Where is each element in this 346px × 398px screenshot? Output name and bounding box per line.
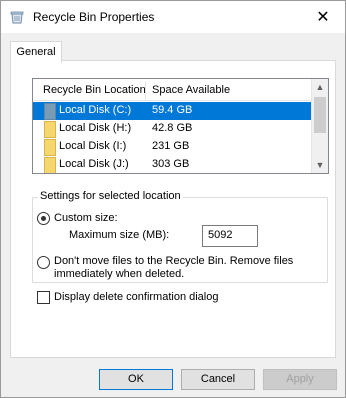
- folder-icon: [44, 103, 56, 120]
- ok-button[interactable]: OK: [99, 369, 173, 390]
- properties-window: Recycle Bin Properties ✕ General Recycle…: [0, 0, 346, 398]
- custom-size-radio[interactable]: [37, 212, 50, 225]
- tab-strip: General: [1, 33, 345, 63]
- tab-general[interactable]: General: [10, 41, 62, 63]
- max-size-label: Maximum size (MB):: [69, 229, 170, 241]
- column-header-space[interactable]: Space Available: [152, 84, 230, 96]
- vertical-scrollbar[interactable]: ▲ ▼: [311, 79, 328, 173]
- scroll-thumb[interactable]: [314, 97, 326, 133]
- max-size-input[interactable]: 5092: [202, 225, 258, 247]
- delete-confirmation-label[interactable]: Display delete confirmation dialog: [54, 291, 218, 303]
- list-item[interactable]: Local Disk (J:) 303 GB: [33, 156, 313, 173]
- space-cell: 231 GB: [152, 140, 190, 152]
- cancel-button[interactable]: Cancel: [181, 369, 255, 390]
- settings-group-title: Settings for selected location: [38, 190, 183, 202]
- recycle-bin-icon: [10, 11, 24, 24]
- list-item[interactable]: Local Disk (I:) 231 GB: [33, 138, 313, 156]
- space-cell: 42.8 GB: [152, 122, 193, 134]
- radio-selected-dot: [41, 216, 46, 221]
- dont-move-radio[interactable]: [37, 256, 50, 269]
- scroll-up-icon[interactable]: ▲: [312, 79, 328, 95]
- apply-button[interactable]: Apply: [263, 369, 337, 390]
- space-cell: 59.4 GB: [152, 104, 193, 116]
- close-icon: ✕: [316, 9, 330, 26]
- column-header-location[interactable]: Recycle Bin Location: [43, 84, 146, 96]
- list-rows: Local Disk (C:) 59.4 GB Local Disk (H:) …: [33, 102, 313, 173]
- list-header: Recycle Bin Location Space Available: [33, 79, 313, 101]
- location-cell: Local Disk (J:): [59, 158, 129, 170]
- location-cell: Local Disk (H:): [59, 122, 132, 134]
- settings-group: Settings for selected location Custom si…: [32, 190, 328, 283]
- delete-confirmation-checkbox[interactable]: [37, 291, 50, 304]
- column-divider[interactable]: [145, 81, 146, 99]
- space-cell: 303 GB: [152, 158, 190, 170]
- list-item[interactable]: Local Disk (H:) 42.8 GB: [33, 120, 313, 138]
- title-bar: Recycle Bin Properties ✕: [1, 1, 345, 33]
- location-cell: Local Disk (I:): [59, 140, 127, 152]
- general-panel: Recycle Bin Location Space Available Loc…: [10, 60, 336, 358]
- folder-icon: [44, 121, 56, 138]
- window-title: Recycle Bin Properties: [33, 10, 155, 24]
- folder-icon: [44, 157, 56, 173]
- scroll-down-icon[interactable]: ▼: [312, 157, 328, 173]
- custom-size-label[interactable]: Custom size:: [54, 212, 118, 224]
- close-button[interactable]: ✕: [301, 1, 345, 33]
- folder-icon: [44, 139, 56, 156]
- location-list[interactable]: Recycle Bin Location Space Available Loc…: [32, 78, 329, 174]
- location-cell: Local Disk (C:): [59, 104, 132, 116]
- dont-move-label[interactable]: Don't move files to the Recycle Bin. Rem…: [54, 255, 326, 281]
- list-item[interactable]: Local Disk (C:) 59.4 GB: [33, 102, 313, 120]
